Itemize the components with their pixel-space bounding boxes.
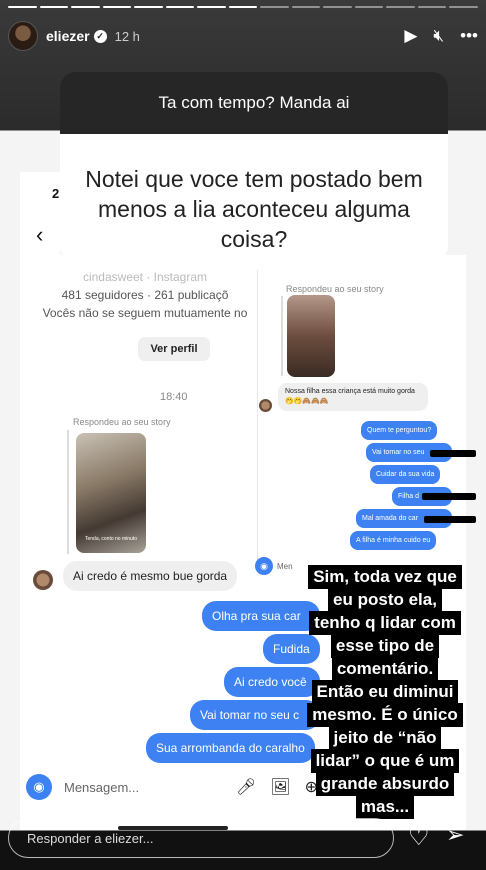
play-icon[interactable]: ▶ xyxy=(404,26,417,46)
question-text: Notei que voce tem postado bem menos a l… xyxy=(60,134,448,262)
sent-message: A filha é minha cuido eu xyxy=(350,531,437,550)
gallery-icon: 🖼︎ xyxy=(270,779,291,796)
camera-icon: ◉ xyxy=(26,774,52,800)
story-progress xyxy=(8,6,478,8)
caption-line: comentário. xyxy=(331,657,439,681)
divider xyxy=(257,270,258,570)
caption-line: lidar” o que é um xyxy=(310,749,460,773)
caption-line: Sim, toda vez que xyxy=(308,565,462,589)
received-message: Nossa filha essa criança está muito gord… xyxy=(278,383,428,411)
quote-bar xyxy=(281,296,283,376)
overlay-caption: Sim, toda vez que eu posto ela, tenho q … xyxy=(300,565,470,819)
progress-segment xyxy=(134,6,163,8)
camera-icon: ◉ xyxy=(255,557,273,575)
caption-line: grande absurdo xyxy=(315,772,455,796)
progress-segment xyxy=(228,6,258,8)
username[interactable]: eliezer xyxy=(46,28,90,44)
message-placeholder: Men xyxy=(277,561,293,571)
sent-message: Cuidar da sua vida xyxy=(370,465,441,484)
progress-segment xyxy=(449,6,478,8)
caption-line: jeito de “não xyxy=(328,726,442,750)
caption-line: mas... xyxy=(355,795,415,819)
chevron-left-icon: ‹ xyxy=(36,222,44,247)
question-sticker: Ta com tempo? Manda ai Notei que voce te… xyxy=(60,72,448,262)
message-placeholder: Mensagem... xyxy=(64,779,140,795)
header-actions: ▶ 🔇︎ ••• xyxy=(404,26,478,46)
sent-message: Quem te perguntou? xyxy=(361,421,438,440)
caption-line: Então eu diminui xyxy=(311,680,459,704)
avatar xyxy=(33,570,53,590)
censor-bar xyxy=(424,516,476,523)
story-thumbnail xyxy=(287,295,335,377)
reply-input[interactable]: Responder a eliezer... xyxy=(8,818,394,858)
progress-segment xyxy=(71,6,100,8)
censor-bar xyxy=(422,493,476,500)
progress-segment xyxy=(102,6,132,8)
caption-line: tenho q lidar com xyxy=(309,611,461,635)
replied-label: Respondeu ao seu story xyxy=(73,417,171,427)
progress-segment xyxy=(291,6,321,8)
question-prompt: Ta com tempo? Manda ai xyxy=(60,72,448,134)
side-number: 2 xyxy=(52,186,60,201)
profile-name-line: cindasweet · Instagram xyxy=(82,270,208,284)
progress-segment xyxy=(165,6,195,8)
post-time: 12 h xyxy=(114,28,140,44)
progress-segment xyxy=(354,6,384,8)
progress-segment xyxy=(260,6,289,8)
avatar[interactable] xyxy=(8,21,38,51)
mute-icon[interactable]: 🔇︎ xyxy=(433,26,444,46)
avatar xyxy=(259,399,272,412)
caption-line: mesmo. É o único xyxy=(307,703,463,727)
replied-label: Respondeu ao seu story xyxy=(286,284,384,294)
progress-segment xyxy=(323,6,352,8)
verified-badge-icon: ✓ xyxy=(93,29,107,43)
heart-icon[interactable]: ♡ xyxy=(408,823,430,852)
more-icon[interactable]: ••• xyxy=(460,26,478,46)
story-thumbnail: Tenda, conto no minuto xyxy=(76,433,146,553)
progress-segment xyxy=(417,6,447,8)
quote-bar xyxy=(67,430,69,554)
send-icon[interactable]: ➢ xyxy=(446,822,464,848)
message-bar: ◉ Mensagem... 🎤︎ 🖼︎ ⊕ xyxy=(26,769,318,805)
progress-segment xyxy=(39,6,69,8)
story-viewer[interactable]: eliezer ✓ 12 h ▶ 🔇︎ ••• Ta com tempo? Ma… xyxy=(0,0,486,870)
progress-segment xyxy=(197,6,226,8)
profile-info: cindasweet · Instagram 481 seguidores · … xyxy=(40,268,250,322)
progress-segment xyxy=(386,6,415,8)
mic-icon: 🎤︎ xyxy=(235,779,257,796)
profile-stats: 481 seguidores · 261 publicaçõ xyxy=(61,288,229,302)
received-message: Ai credo é mesmo bue gorda xyxy=(63,561,238,591)
caption-line: esse tipo de xyxy=(330,634,440,658)
timestamp: 18:40 xyxy=(160,391,188,403)
thumbnail-caption: Tenda, conto no minuto xyxy=(85,536,137,542)
censor-bar xyxy=(430,450,476,457)
caption-line: eu posto ela, xyxy=(328,588,442,612)
sent-message: Sua arrombanda do caralho xyxy=(146,733,315,763)
view-profile-button: Ver perfil xyxy=(138,337,210,361)
home-indicator xyxy=(118,826,228,830)
progress-segment xyxy=(8,6,37,8)
profile-mutual: Vocês não se seguem mutuamente no xyxy=(42,306,248,320)
story-header: eliezer ✓ 12 h ▶ 🔇︎ ••• xyxy=(8,20,478,52)
